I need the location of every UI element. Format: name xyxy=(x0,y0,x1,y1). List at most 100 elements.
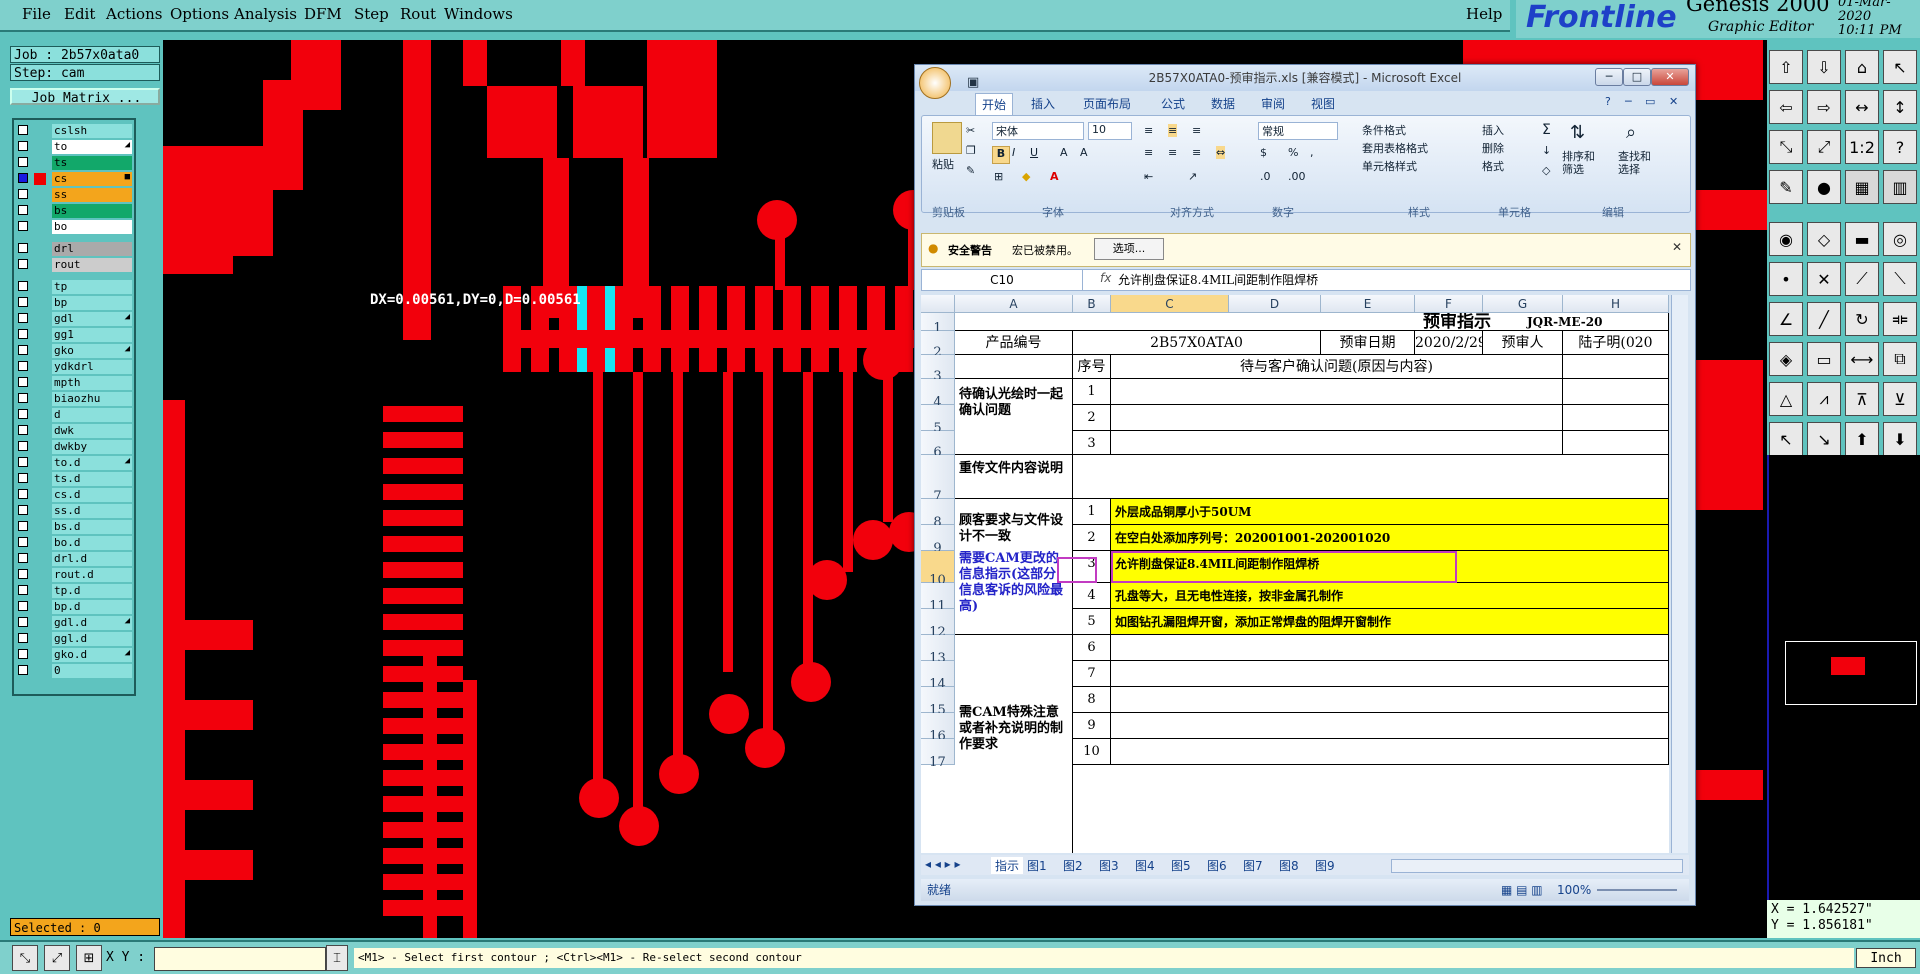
xy-input[interactable] xyxy=(154,947,326,971)
info-cell[interactable]: 2020/2/29 xyxy=(1415,331,1483,355)
layer-row[interactable]: gdl ◢ xyxy=(16,312,132,326)
layer-row[interactable]: gko.d ◢ xyxy=(16,648,132,662)
blank-cell[interactable] xyxy=(1563,355,1669,379)
tool-21-icon[interactable]: ✕ xyxy=(1807,262,1841,296)
tool-12-icon[interactable]: ✎ xyxy=(1769,170,1803,204)
align-right-icon[interactable]: ≡ xyxy=(1192,146,1201,159)
note-cell[interactable]: 如图钻孔漏阻焊开窗，添加正常焊盘的阻焊开窗制作 xyxy=(1111,609,1669,635)
layer-row[interactable]: d xyxy=(16,408,132,422)
percent-icon[interactable]: % xyxy=(1288,146,1298,159)
section-label[interactable]: 待确认光绘时一起确认问题 xyxy=(955,379,1073,455)
layer-row[interactable]: to ◢ xyxy=(16,140,132,154)
layer-checkbox[interactable] xyxy=(18,313,28,323)
align-left-icon[interactable]: ≡ xyxy=(1144,146,1153,159)
layer-checkbox[interactable] xyxy=(18,585,28,595)
info-cell[interactable]: 预审人 xyxy=(1483,331,1563,355)
layer-checkbox[interactable] xyxy=(18,141,28,151)
tab-data[interactable]: 数据 xyxy=(1211,95,1235,112)
layer-checkbox[interactable] xyxy=(18,425,28,435)
tab-formulas[interactable]: 公式 xyxy=(1161,95,1185,112)
minimize-button[interactable]: ─ xyxy=(1595,68,1623,86)
layer-checkbox[interactable] xyxy=(18,377,28,387)
seq-cell[interactable]: 8 xyxy=(1073,687,1111,713)
tool-16-icon[interactable]: ◉ xyxy=(1769,222,1803,256)
note-cell[interactable]: 孔盘等大，且无电性连接，按非金属孔制作 xyxy=(1111,583,1669,609)
layer-row[interactable]: ts xyxy=(16,156,132,170)
note-cell[interactable] xyxy=(1111,661,1669,687)
layer-checkbox[interactable] xyxy=(18,243,28,253)
layer-checkbox[interactable] xyxy=(18,259,28,269)
sort-filter-button[interactable]: 排序和筛选 xyxy=(1562,150,1602,176)
select-all-corner[interactable] xyxy=(921,295,955,313)
tool-11-icon[interactable]: ? xyxy=(1883,130,1917,164)
row-header[interactable]: 8 xyxy=(921,499,955,530)
layer-row[interactable]: bp xyxy=(16,296,132,310)
seq-cell[interactable]: 7 xyxy=(1073,661,1111,687)
close-button[interactable]: ✕ xyxy=(1651,68,1689,86)
sheet-tab[interactable]: 图1 xyxy=(1027,857,1047,874)
layer-row[interactable]: bs.d xyxy=(16,520,132,534)
tab-review[interactable]: 审阅 xyxy=(1261,95,1285,112)
blank-cell[interactable] xyxy=(1073,455,1669,499)
conditional-format-button[interactable]: 条件格式 xyxy=(1362,122,1406,138)
sheet-tab[interactable]: 图5 xyxy=(1171,857,1191,874)
fill-color-icon[interactable]: ◆ xyxy=(1022,170,1030,183)
tool-26-icon[interactable]: ↻ xyxy=(1845,302,1879,336)
tab-home[interactable]: 开始 xyxy=(975,93,1014,115)
layer-checkbox[interactable] xyxy=(18,281,28,291)
pan-icon[interactable]: ⤢ xyxy=(44,945,70,971)
layer-row[interactable]: rout.d xyxy=(16,568,132,582)
row-header[interactable]: 10 xyxy=(921,551,955,588)
menu-actions[interactable]: Actions xyxy=(106,5,162,23)
layer-checkbox[interactable] xyxy=(18,505,28,515)
layer-row[interactable]: ss xyxy=(16,188,132,202)
layer-checkbox[interactable] xyxy=(18,441,28,451)
layer-checkbox[interactable] xyxy=(18,297,28,307)
column-header[interactable]: A xyxy=(955,295,1073,313)
note-cell[interactable]: 外层成品铜厚小于50UM xyxy=(1111,499,1669,525)
sheet-tab[interactable]: 图9 xyxy=(1315,857,1335,874)
section-label[interactable]: 需要CAM更改的信息指示(这部分信息客诉的风险最高) xyxy=(955,551,1073,635)
ribbon-min-icon[interactable]: ─ xyxy=(1625,95,1632,108)
shrink-font-icon[interactable]: A xyxy=(1080,146,1088,159)
seq-cell[interactable]: 9 xyxy=(1073,713,1111,739)
info-cell[interactable]: 2B57X0ATA0 xyxy=(1073,331,1321,355)
issue-cell[interactable] xyxy=(1111,379,1563,405)
info-cell[interactable]: 产品编号 xyxy=(955,331,1073,355)
row-header[interactable]: 7 xyxy=(921,455,955,504)
layer-row[interactable]: dwk xyxy=(16,424,132,438)
note-cell[interactable] xyxy=(1111,687,1669,713)
row-header[interactable]: 2 xyxy=(921,331,955,360)
tool-5-icon[interactable]: ⇨ xyxy=(1807,90,1841,124)
security-options-button[interactable]: 选项... xyxy=(1094,238,1164,260)
layer-checkbox[interactable] xyxy=(18,205,28,215)
note-cell[interactable] xyxy=(1111,713,1669,739)
excel-title-bar[interactable]: 2B57X0ATA0-预审指示.xls [兼容模式] - Microsoft E… xyxy=(915,65,1695,99)
note-cell[interactable]: 在空白处添加序列号：202001001-202001020 xyxy=(1111,525,1669,551)
row-header[interactable]: 11 xyxy=(921,583,955,614)
blank-cell[interactable] xyxy=(955,355,1073,379)
menu-file[interactable]: File xyxy=(22,5,51,23)
issue-cell[interactable] xyxy=(1111,431,1563,455)
orientation-icon[interactable]: ↗ xyxy=(1188,170,1197,183)
layer-checkbox[interactable] xyxy=(18,173,28,183)
seq-header[interactable]: 序号 xyxy=(1073,355,1111,379)
find-select-icon[interactable]: ⌕ xyxy=(1626,122,1636,143)
form-code[interactable]: JQR-ME-20 xyxy=(1521,313,1669,331)
layer-row[interactable]: dwkby xyxy=(16,440,132,454)
help-icon[interactable]: ? xyxy=(1605,95,1611,108)
tool-10-icon[interactable]: 1:2 xyxy=(1845,130,1879,164)
seq-cell[interactable]: 6 xyxy=(1073,635,1111,661)
currency-icon[interactable]: $ xyxy=(1260,146,1267,159)
blank-cell[interactable] xyxy=(1563,405,1669,431)
merge-icon[interactable]: ⇔ xyxy=(1216,146,1226,159)
layer-checkbox[interactable] xyxy=(18,617,28,627)
blank-cell[interactable] xyxy=(1563,431,1669,455)
sheet-tab[interactable]: 图6 xyxy=(1207,857,1227,874)
seq-cell[interactable]: 2 xyxy=(1073,405,1111,431)
tool-6-icon[interactable]: ↔ xyxy=(1845,90,1879,124)
issue-cell[interactable] xyxy=(1111,405,1563,431)
column-header[interactable]: G xyxy=(1483,295,1563,313)
row-header[interactable]: 3 xyxy=(921,355,955,384)
layer-row[interactable]: drl xyxy=(16,242,132,256)
